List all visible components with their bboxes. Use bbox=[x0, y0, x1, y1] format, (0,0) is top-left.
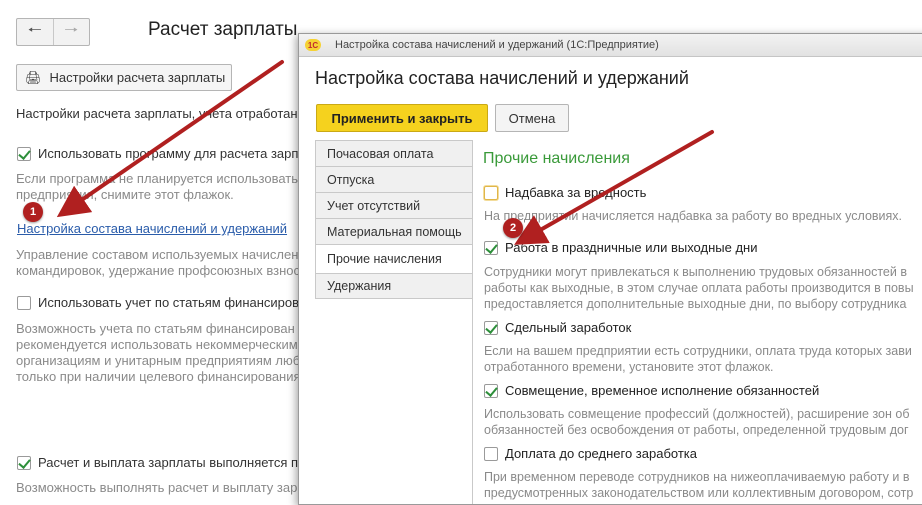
financing-checkbox-row[interactable]: Использовать учет по статьям финансирова bbox=[17, 295, 306, 310]
financing-desc-4: только при наличии целевого финансирован… bbox=[16, 369, 305, 384]
hazard-checkbox[interactable] bbox=[484, 185, 498, 200]
financing-label: Использовать учет по статьям финансирова bbox=[38, 295, 307, 310]
piecework-desc-2: отработанного времени, установите этот ф… bbox=[484, 360, 774, 374]
use-program-label: Использовать программу для расчета зарпл bbox=[38, 146, 307, 161]
link-desc-1: Управление составом используемых начисле… bbox=[16, 247, 299, 262]
financing-desc-2: рекомендуется использовать некоммерчески… bbox=[16, 337, 298, 352]
combining-desc-2: обязанностей без освобождения от работы,… bbox=[484, 423, 909, 437]
marker-1: 1 bbox=[23, 202, 43, 222]
accruals-settings-link[interactable]: Настройка состава начислений и удержаний bbox=[17, 221, 287, 236]
1c-logo-icon: 1С bbox=[305, 39, 321, 51]
dialog-titlebar[interactable]: 1С Настройка состава начислений и удержа… bbox=[299, 34, 922, 57]
tab-vacations[interactable]: Отпуска bbox=[315, 166, 473, 192]
combining-desc-1: Использовать совмещение профессий (должн… bbox=[484, 407, 910, 421]
use-program-checkbox-row[interactable]: Использовать программу для расчета зарпл bbox=[17, 146, 306, 161]
settings-intro: Настройки расчета зарплаты, учета отрабо… bbox=[16, 106, 305, 121]
combining-label: Совмещение, временное исполнение обязанн… bbox=[505, 383, 820, 398]
payroll-settings-button[interactable]: 🖨 Настройки расчета зарплаты bbox=[16, 64, 232, 91]
tab-deductions[interactable]: Удержания bbox=[315, 273, 473, 299]
dialog-heading: Настройка состава начислений и удержаний bbox=[315, 68, 689, 88]
hazard-desc: На предприятии начисляется надбавка за р… bbox=[484, 209, 903, 223]
apply-and-close-button[interactable]: Применить и закрыть bbox=[316, 104, 488, 132]
back-button[interactable]: 🠐 bbox=[17, 19, 53, 45]
financing-desc-3: организациям и унитарным предприятиям лю… bbox=[16, 353, 301, 368]
option-combining-row[interactable]: Совмещение, временное исполнение обязанн… bbox=[484, 383, 819, 398]
payment-checkbox-row[interactable]: Расчет и выплата зарплаты выполняется по bbox=[17, 455, 305, 470]
avg-earnings-desc-2: предусмотренных законодательством или ко… bbox=[484, 486, 914, 500]
option-piecework-row[interactable]: Сдельный заработок bbox=[484, 320, 631, 335]
holiday-desc-3: предоставляется дополнительные выходные … bbox=[484, 297, 907, 311]
panel-divider bbox=[472, 140, 473, 504]
arrow-right-icon: 🠒 bbox=[64, 21, 79, 39]
dialog-window-title: Настройка состава начислений и удержаний… bbox=[335, 39, 659, 51]
tab-absences[interactable]: Учет отсутствий bbox=[315, 192, 473, 218]
holiday-desc-2: работы как выходные, в этом случае оплат… bbox=[484, 281, 914, 295]
printer-icon: 🖨 bbox=[25, 69, 42, 85]
payment-label: Расчет и выплата зарплаты выполняется по bbox=[38, 455, 306, 470]
payment-checkbox[interactable] bbox=[17, 455, 31, 470]
cancel-button[interactable]: Отмена bbox=[495, 104, 569, 132]
use-program-checkbox[interactable] bbox=[17, 146, 31, 161]
option-holiday-row[interactable]: Работа в праздничные или выходные дни bbox=[484, 240, 757, 255]
tab-other-accruals[interactable]: Прочие начисления bbox=[315, 244, 473, 273]
avg-earnings-checkbox[interactable] bbox=[484, 446, 498, 461]
arrow-left-icon: 🠐 bbox=[27, 21, 42, 39]
marker-2: 2 bbox=[503, 218, 523, 238]
tab-hourly-pay[interactable]: Почасовая оплата bbox=[315, 140, 473, 166]
section-title: Прочие начисления bbox=[483, 150, 630, 167]
financing-desc-1: Возможность учета по статьям финансирова… bbox=[16, 321, 295, 336]
accruals-dialog: 1С Настройка состава начислений и удержа… bbox=[298, 33, 922, 505]
holiday-label: Работа в праздничные или выходные дни bbox=[505, 240, 758, 255]
combining-checkbox[interactable] bbox=[484, 383, 498, 398]
category-tabs: Почасовая оплата Отпуска Учет отсутствий… bbox=[315, 140, 473, 299]
avg-earnings-label: Доплата до среднего заработка bbox=[505, 446, 697, 461]
piecework-desc-1: Если на вашем предприятии есть сотрудник… bbox=[484, 344, 912, 358]
option-avg-earnings-row[interactable]: Доплата до среднего заработка bbox=[484, 446, 697, 461]
option-hazard-row[interactable]: Надбавка за вредность bbox=[484, 185, 646, 200]
link-desc-2: командировок, удержание профсоюзных взно… bbox=[16, 263, 300, 278]
financing-checkbox[interactable] bbox=[17, 295, 31, 310]
piecework-label: Сдельный заработок bbox=[505, 320, 632, 335]
payment-desc: Возможность выполнять расчет и выплату з… bbox=[16, 480, 325, 495]
page-title: Расчет зарплаты bbox=[148, 19, 298, 40]
nav-buttons: 🠐 🠒 bbox=[16, 18, 90, 46]
use-program-desc-2: предприятия, снимите этот флажок. bbox=[16, 187, 234, 202]
forward-button[interactable]: 🠒 bbox=[52, 19, 90, 45]
hazard-label: Надбавка за вредность bbox=[505, 185, 647, 200]
avg-earnings-desc-1: При временном переводе сотрудников на ни… bbox=[484, 470, 910, 484]
use-program-desc-1: Если программа не планируется использова… bbox=[16, 171, 322, 186]
holiday-desc-1: Сотрудники могут привлекаться к выполнен… bbox=[484, 265, 907, 279]
holiday-checkbox[interactable] bbox=[484, 240, 498, 255]
piecework-checkbox[interactable] bbox=[484, 320, 498, 335]
tab-material-aid[interactable]: Материальная помощь bbox=[315, 218, 473, 244]
payroll-settings-label: Настройки расчета зарплаты bbox=[49, 70, 226, 85]
